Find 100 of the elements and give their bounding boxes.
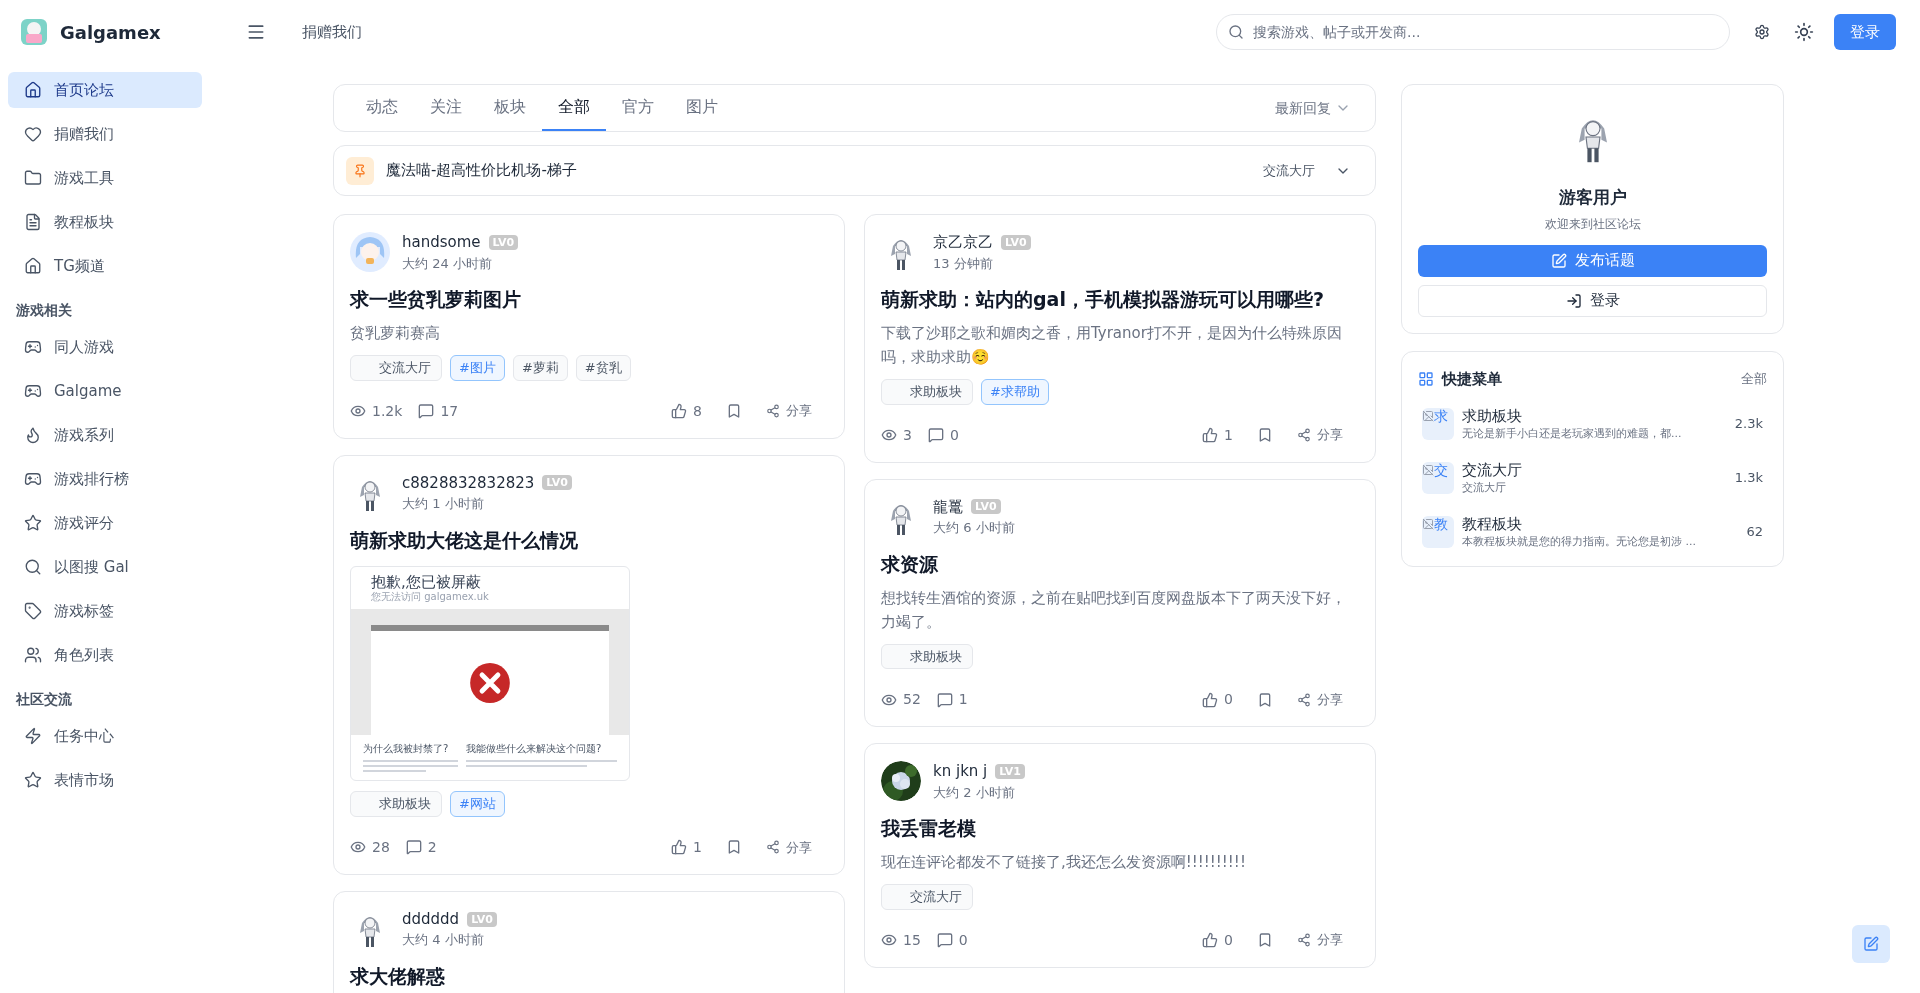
tab[interactable]: 官方 xyxy=(606,85,670,131)
like-button[interactable]: 0 xyxy=(1202,689,1233,710)
share-button[interactable]: 分享 xyxy=(766,837,812,857)
post-title[interactable]: 萌新求助：站内的gal，手机模拟器游玩可以用哪些? xyxy=(881,285,1359,313)
comment-count[interactable]: 0 xyxy=(927,424,959,446)
sidebar-item[interactable]: 以图搜 Gal xyxy=(8,549,202,585)
comment-count[interactable]: 17 xyxy=(418,400,459,422)
sidebar-item[interactable]: TG频道 xyxy=(8,248,202,284)
tab[interactable]: 关注 xyxy=(414,85,478,131)
view-count: 15 xyxy=(881,929,921,951)
post-excerpt: 现在连评论都发不了链接了,我还怎么发资源啊!!!!!!!!!! xyxy=(881,852,1247,873)
thumbs-up-icon xyxy=(1202,427,1219,443)
bookmark-button[interactable] xyxy=(1257,932,1273,948)
tab[interactable]: 全部 xyxy=(542,85,606,131)
thumbs-up-icon xyxy=(671,839,688,856)
screenshot-question: 为什么我被封禁了? xyxy=(363,742,450,757)
view-all-link[interactable]: 全部 xyxy=(1741,369,1767,389)
like-button[interactable]: 1 xyxy=(671,836,702,858)
board-tag[interactable]: 求助板块 xyxy=(881,379,973,405)
sidebar-item[interactable]: 教程板块 xyxy=(8,204,202,240)
document-icon xyxy=(24,213,42,231)
comment-icon xyxy=(936,932,953,948)
sidebar-item[interactable]: 同人游戏 xyxy=(8,329,202,365)
login-button[interactable]: 登录 xyxy=(1834,14,1896,50)
board-tag[interactable]: 求助板块 xyxy=(350,791,442,817)
comment-count[interactable]: 0 xyxy=(936,929,968,951)
logo-icon xyxy=(20,18,48,46)
post-title[interactable]: 我丢雷老模 xyxy=(881,814,1359,842)
sidebar-item[interactable]: 角色列表 xyxy=(8,637,202,673)
username[interactable]: kn jkn j xyxy=(933,760,988,783)
board-description: 无论是新手小白还是老玩家遇到的难题，都... xyxy=(1462,426,1683,442)
pinned-board: 交流大厅 xyxy=(1263,161,1315,180)
username[interactable]: handsome xyxy=(402,231,481,254)
sidebar-item[interactable]: 游戏工具 xyxy=(8,160,202,196)
bookmark-button[interactable] xyxy=(1257,691,1273,708)
like-button[interactable]: 8 xyxy=(671,400,702,422)
settings-icon xyxy=(1754,24,1770,40)
hashtag[interactable]: #网站 xyxy=(450,791,505,817)
compose-button[interactable] xyxy=(1852,925,1890,963)
bookmark-icon xyxy=(726,403,742,419)
sidebar-item[interactable]: 表情市场 xyxy=(8,762,202,798)
sidebar-item[interactable]: 首页论坛 xyxy=(8,72,202,108)
board-item[interactable]: 交 交流大厅 交流大厅 1.3k xyxy=(1418,456,1767,500)
brand-name[interactable]: Galgamex xyxy=(60,18,161,46)
bookmark-button[interactable] xyxy=(726,403,742,419)
share-button[interactable]: 分享 xyxy=(1297,930,1343,950)
share-button[interactable]: 分享 xyxy=(1297,425,1343,445)
tab[interactable]: 图片 xyxy=(670,85,734,131)
share-button[interactable]: 分享 xyxy=(766,401,812,421)
post-title[interactable]: 求一些贫乳萝莉图片 xyxy=(350,285,828,313)
username[interactable]: 龍鼍 xyxy=(933,495,963,518)
tab[interactable]: 板块 xyxy=(478,85,542,131)
hashtag[interactable]: #图片 xyxy=(450,355,505,381)
like-button[interactable]: 0 xyxy=(1202,929,1233,951)
share-button[interactable]: 分享 xyxy=(1297,689,1343,710)
sidebar-item[interactable]: 游戏评分 xyxy=(8,505,202,541)
like-button[interactable]: 1 xyxy=(1202,424,1233,446)
edit-icon xyxy=(1863,936,1879,952)
eye-icon xyxy=(350,403,366,419)
bookmark-button[interactable] xyxy=(1257,427,1273,443)
login-button[interactable]: 登录 xyxy=(1418,284,1767,317)
tab[interactable]: 动态 xyxy=(350,85,414,131)
board-description: 本教程板块就是您的得力指南。无论您是初涉 ... xyxy=(1462,534,1697,550)
board-title: 交流大厅 xyxy=(1462,460,1523,480)
comment-icon xyxy=(927,427,944,443)
header-link[interactable]: 捐赠我们 xyxy=(302,20,362,44)
comment-count[interactable]: 1 xyxy=(936,689,968,710)
board-item[interactable]: 教 教程板块 本教程板块就是您的得力指南。无论您是初涉 ... 62 xyxy=(1418,510,1767,554)
board-tag[interactable]: 交流大厅 xyxy=(350,355,442,381)
hashtag[interactable]: #求帮助 xyxy=(981,379,1049,405)
hashtag[interactable]: #贫乳 xyxy=(575,355,631,381)
sort-dropdown[interactable]: 最新回复 xyxy=(1275,85,1359,131)
sidebar-item[interactable]: 游戏系列 xyxy=(8,417,202,453)
search-field[interactable]: 搜索游戏、帖子或开发商... xyxy=(1216,14,1730,50)
sidebar-item[interactable]: 游戏标签 xyxy=(8,593,202,629)
sidebar-item[interactable]: 游戏排行榜 xyxy=(8,461,202,497)
gamepad-icon xyxy=(24,470,42,488)
post-title[interactable]: 求资源 xyxy=(881,549,1359,578)
comment-count[interactable]: 2 xyxy=(405,836,437,858)
bookmark-button[interactable] xyxy=(726,839,742,856)
username[interactable]: c8828832832823 xyxy=(402,471,535,494)
username[interactable]: 京乙京乙 xyxy=(933,231,993,254)
board-tag[interactable]: 求助板块 xyxy=(881,643,973,669)
sidebar-item[interactable]: 捐赠我们 xyxy=(8,116,202,152)
post-title[interactable]: 萌新求助大佬这是什么情况 xyxy=(350,525,828,554)
new-topic-button[interactable]: 发布话题 xyxy=(1418,244,1767,277)
post-title[interactable]: 求大佬解惑 xyxy=(350,961,828,990)
hashtag[interactable]: #萝莉 xyxy=(512,355,568,381)
sun-icon xyxy=(1794,22,1814,42)
pinned-post[interactable]: 魔法喵-超高性价比机场-梯子 交流大厅 xyxy=(333,145,1376,196)
post-time: 大约 1 小时前 xyxy=(402,495,485,513)
username[interactable]: dddddd xyxy=(402,907,460,931)
board-item[interactable]: 求 求助板块 无论是新手小白还是老玩家遇到的难题，都... 2.3k xyxy=(1418,402,1767,446)
star-icon xyxy=(24,771,42,789)
thumbs-up-icon xyxy=(1202,691,1219,708)
board-tag[interactable]: 交流大厅 xyxy=(881,884,973,910)
sidebar-item[interactable]: 任务中心 xyxy=(8,718,202,754)
blocked-page-screenshot[interactable]: 抱歉,您已被屏蔽 您无法访问 galgamex.uk 为什么我被封禁了? 我能做些什么来解决这个问题? xyxy=(350,565,630,782)
sidebar-item[interactable]: Galgame xyxy=(8,373,202,409)
home-icon xyxy=(24,257,42,275)
